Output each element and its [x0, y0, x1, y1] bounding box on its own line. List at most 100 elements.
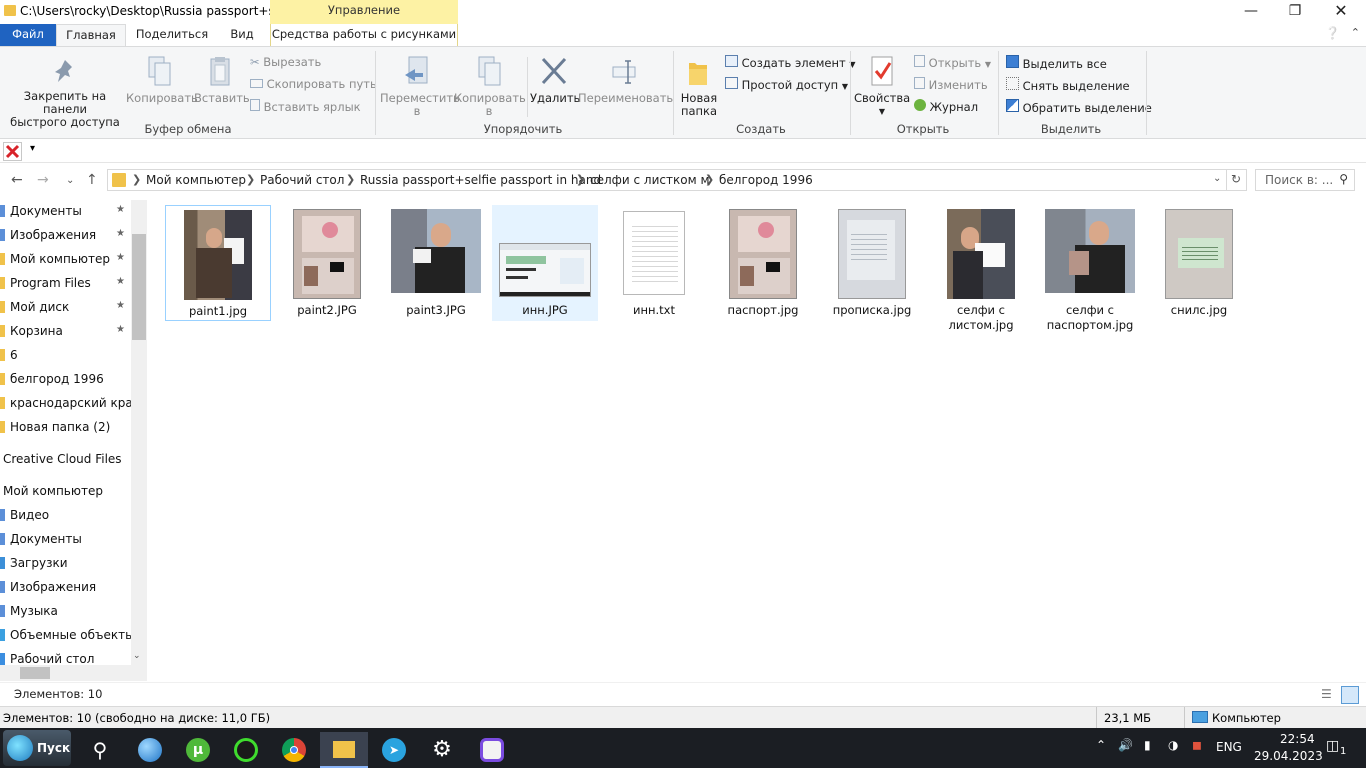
clock-date[interactable]: 29.04.2023	[1254, 749, 1323, 763]
tab-home[interactable]: Главная	[56, 24, 126, 46]
close-button[interactable]: ✕	[1318, 0, 1364, 24]
search-input[interactable]: Поиск в: ... ⚲	[1255, 169, 1355, 191]
nav-item[interactable]: белгород 1996	[0, 368, 131, 392]
breadcrumb-desktop[interactable]: Рабочий стол	[260, 173, 344, 187]
copy-button[interactable]: Копировать	[126, 55, 198, 105]
edit-button[interactable]: Изменить	[914, 77, 988, 92]
back-arrow-icon[interactable]: ←	[11, 172, 23, 188]
move-to-button[interactable]: Переместить в	[380, 55, 460, 118]
browser-app-icon[interactable]	[126, 732, 174, 768]
file-item[interactable]: paint1.jpg	[165, 205, 271, 321]
file-item[interactable]: paint3.JPG	[383, 205, 489, 321]
nav-item[interactable]: краснодарский край 1	[0, 392, 131, 416]
select-all-button[interactable]: Выделить все	[1006, 55, 1107, 71]
nav-item[interactable]: Объемные объекты	[0, 624, 131, 648]
wifi-icon[interactable]: ◑	[1168, 738, 1178, 752]
nav-item[interactable]: 6	[0, 344, 131, 368]
speaker-muted-icon[interactable]: ◼	[1192, 738, 1202, 752]
chevron-right-icon[interactable]: ❯	[246, 173, 255, 186]
copy-to-button[interactable]: Копировать в	[454, 55, 526, 118]
file-item[interactable]: инн.txt	[601, 205, 707, 321]
rename-button[interactable]: Переименовать	[578, 55, 673, 105]
nav-item[interactable]: Мой компьютер ★	[0, 248, 131, 272]
restore-button[interactable]: ❐	[1272, 0, 1318, 24]
select-none-button[interactable]: Снять выделение	[1006, 77, 1130, 93]
file-explorer-icon[interactable]	[320, 732, 368, 768]
green-app-icon[interactable]	[222, 732, 270, 768]
chevron-right-icon[interactable]: ❯	[346, 173, 355, 186]
file-item[interactable]: снилс.jpg	[1146, 205, 1252, 321]
file-item[interactable]: paint2.JPG	[274, 205, 380, 321]
refresh-button[interactable]: ↻	[1226, 169, 1247, 191]
volume-icon[interactable]: 🔊	[1118, 738, 1133, 752]
minimize-button[interactable]: —	[1228, 0, 1274, 24]
forward-arrow-icon[interactable]: →	[37, 172, 49, 188]
language-indicator[interactable]: ENG	[1216, 740, 1242, 754]
paste-button[interactable]: Вставить	[194, 55, 250, 105]
collapse-ribbon-icon[interactable]: ⌃	[1351, 26, 1360, 39]
nav-item[interactable]: Музыка	[0, 600, 131, 624]
file-item[interactable]: прописка.jpg	[819, 205, 925, 321]
file-item[interactable]: селфи с листом.jpg	[928, 205, 1034, 332]
delete-qat-button[interactable]	[3, 142, 22, 161]
tab-picture-tools[interactable]: Средства работы с рисунками	[270, 24, 458, 46]
nav-item[interactable]: Новая папка (2)	[0, 416, 131, 440]
nav-item[interactable]: Мой компьютер	[0, 480, 131, 504]
nav-item[interactable]: Видео	[0, 504, 131, 528]
properties-button[interactable]: Свойства ▼	[854, 55, 910, 118]
pin-quick-access-button[interactable]: Закрепить на панели быстрого доступа	[4, 57, 126, 129]
easy-access-button[interactable]: Простой доступ ▼	[725, 77, 848, 92]
search-icon[interactable]: ⚲	[76, 732, 124, 768]
nav-item[interactable]: Документы	[0, 528, 131, 552]
file-item[interactable]: инн.JPG	[492, 205, 598, 321]
nav-hscroll-thumb[interactable]	[20, 667, 50, 679]
chevron-right-icon[interactable]: ❯	[705, 173, 714, 186]
tab-share[interactable]: Поделиться	[128, 24, 216, 46]
app-purple-icon[interactable]	[468, 732, 516, 768]
large-icons-view-icon[interactable]	[1341, 686, 1359, 704]
address-bar[interactable]: ❯ Мой компьютер ❯ Рабочий стол ❯ Russia …	[107, 169, 1227, 191]
up-arrow-icon[interactable]: ↑	[86, 172, 98, 188]
breadcrumb-my-computer[interactable]: Мой компьютер	[146, 173, 246, 187]
copy-path-button[interactable]: Скопировать путь	[250, 77, 377, 91]
breadcrumb-selfie-sheet[interactable]: селфи с листком м	[590, 173, 710, 187]
address-dropdown-icon[interactable]: ⌄	[1213, 173, 1221, 184]
file-item[interactable]: паспорт.jpg	[710, 205, 816, 321]
cut-button[interactable]: ✂ Вырезать	[250, 55, 321, 69]
tab-file[interactable]: Файл	[0, 24, 56, 46]
nav-item[interactable]: Документы ★	[0, 200, 131, 224]
clock-time[interactable]: 22:54	[1280, 732, 1315, 746]
new-item-button[interactable]: Создать элемент ▼	[725, 55, 856, 70]
utorrent-icon[interactable]: µ	[174, 732, 222, 768]
chevron-right-icon[interactable]: ❯	[576, 173, 585, 186]
nav-item[interactable]: Изображения ★	[0, 224, 131, 248]
history-button[interactable]: Журнал	[914, 99, 978, 114]
nav-item[interactable]: Изображения	[0, 576, 131, 600]
open-button[interactable]: Открыть ▼	[914, 55, 991, 70]
nav-scroll-thumb[interactable]	[132, 234, 146, 340]
start-button[interactable]: Пуск	[3, 730, 71, 766]
nav-item[interactable]: Program Files ★	[0, 272, 131, 296]
paste-shortcut-button[interactable]: Вставить ярлык	[250, 99, 361, 114]
scroll-down-icon[interactable]: ⌄	[133, 651, 141, 661]
qat-customize-icon[interactable]: ▾	[30, 143, 35, 154]
chrome-icon[interactable]	[270, 732, 318, 768]
nav-item[interactable]: Creative Cloud Files	[0, 448, 131, 472]
new-folder-button[interactable]: Новая папка	[678, 55, 720, 118]
nav-item[interactable]: Загрузки	[0, 552, 131, 576]
tab-view[interactable]: Вид	[218, 24, 266, 46]
breadcrumb-russia-passport[interactable]: Russia passport+selfie passport in hand	[360, 173, 601, 187]
nav-item[interactable]: Мой диск ★	[0, 296, 131, 320]
breadcrumb-belgorod[interactable]: белгород 1996	[719, 173, 813, 187]
details-view-icon[interactable]: ☰	[1321, 687, 1332, 701]
file-item[interactable]: селфи с паспортом.jpg	[1037, 205, 1143, 332]
notifications-icon[interactable]: ◫	[1326, 738, 1339, 754]
recent-locations-icon[interactable]: ⌄	[66, 175, 74, 186]
battery-icon[interactable]: ▮	[1144, 738, 1151, 752]
tray-expand-icon[interactable]: ⌃	[1096, 738, 1106, 752]
help-icon[interactable]: ❔	[1325, 26, 1340, 40]
invert-selection-button[interactable]: Обратить выделение	[1006, 99, 1152, 115]
nav-item[interactable]: Корзина ★	[0, 320, 131, 344]
settings-gear-icon[interactable]: ⚙	[418, 732, 466, 768]
telegram-icon[interactable]: ➤	[370, 732, 418, 768]
